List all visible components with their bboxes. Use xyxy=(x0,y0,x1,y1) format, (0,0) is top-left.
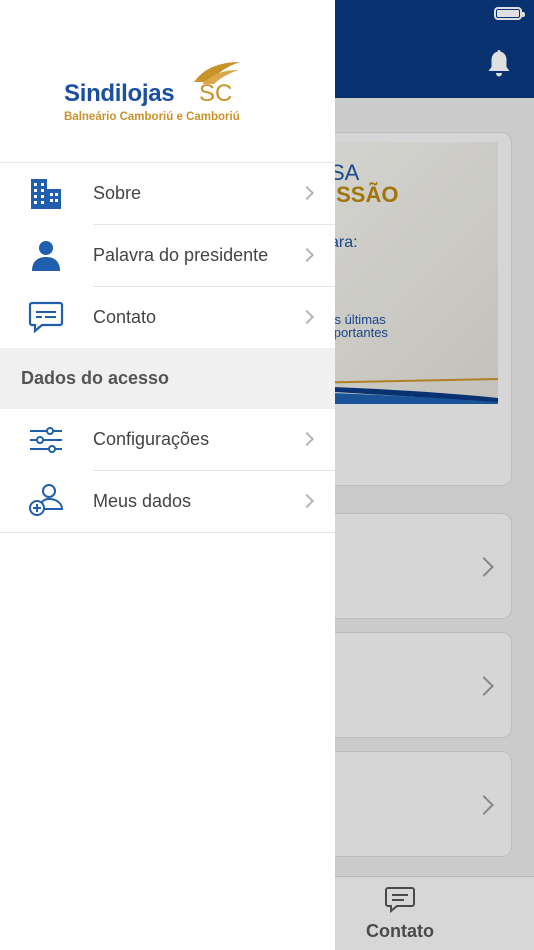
person-icon xyxy=(32,241,60,271)
divider xyxy=(0,532,335,533)
section-header: Dados do acesso xyxy=(0,348,335,409)
logo-brand: Sindilojas xyxy=(64,80,175,107)
menu-item-label: Meus dados xyxy=(93,491,192,511)
chevron-right-icon xyxy=(299,309,315,325)
menu-item-contato[interactable]: Contato xyxy=(0,287,335,349)
navigation-drawer: Sindilojas SC Balneário Camboriú e Cambo… xyxy=(0,0,335,950)
menu-item-configuracoes[interactable]: Configurações xyxy=(0,409,335,471)
chevron-right-icon xyxy=(299,247,315,263)
chevron-right-icon xyxy=(299,493,315,509)
section-title: Dados do acesso xyxy=(21,368,170,388)
sindilojas-logo: Sindilojas SC Balneário Camboriú e Cambo… xyxy=(62,56,277,128)
chat-icon xyxy=(28,301,64,334)
logo-subtitle: Balneário Camboriú e Camboriú xyxy=(64,111,240,123)
menu-item-meus-dados[interactable]: Meus dados xyxy=(0,471,335,533)
sliders-icon xyxy=(30,427,62,453)
chevron-right-icon xyxy=(299,185,315,201)
menu-item-label: Sobre xyxy=(93,183,142,203)
menu-item-label: Configurações xyxy=(93,429,210,449)
menu-item-label: Contato xyxy=(93,307,157,327)
add-user-icon xyxy=(29,484,64,516)
logo-brand-suffix: SC xyxy=(199,80,233,107)
menu-item-label: Palavra do presidente xyxy=(93,245,269,265)
chevron-right-icon xyxy=(299,431,315,447)
menu-item-palavra-do-presidente[interactable]: Palavra do presidente xyxy=(0,225,335,287)
building-icon xyxy=(31,179,61,209)
menu-item-sobre[interactable]: Sobre xyxy=(0,163,335,225)
